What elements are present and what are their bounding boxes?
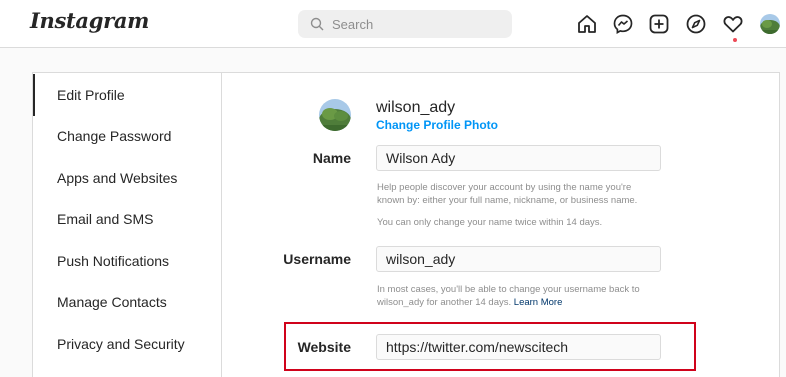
username-help-text: In most cases, you'll be able to change … [377, 283, 657, 309]
sidebar-item-push-notifications[interactable]: Push Notifications [33, 240, 222, 282]
username-label: Username [283, 251, 351, 267]
settings-sidebar: Edit Profile Change Password Apps and We… [33, 73, 222, 377]
website-highlight-box [284, 322, 696, 371]
instagram-logo[interactable]: Instagram [30, 8, 149, 33]
username-field[interactable]: wilson_ady [376, 246, 661, 272]
learn-more-link[interactable]: Learn More [514, 297, 563, 308]
sidebar-item-change-password[interactable]: Change Password [33, 115, 222, 157]
sidebar-item-manage-contacts[interactable]: Manage Contacts [33, 281, 222, 323]
explore-icon[interactable] [685, 13, 707, 35]
top-navigation-bar: Instagram Search [0, 0, 786, 48]
home-icon[interactable] [576, 13, 598, 35]
new-post-icon[interactable] [648, 13, 670, 35]
username-help-body: In most cases, you'll be able to change … [377, 284, 640, 308]
name-change-limit-text: You can only change your name twice with… [377, 217, 603, 228]
name-field[interactable]: Wilson Ady [376, 145, 661, 171]
profile-username: wilson_ady [376, 99, 456, 116]
profile-avatar-icon[interactable] [760, 14, 780, 34]
sidebar-item-email-and-sms[interactable]: Email and SMS [33, 198, 222, 240]
search-box[interactable]: Search [298, 10, 512, 38]
notification-dot [733, 38, 737, 42]
sidebar-item-edit-profile[interactable]: Edit Profile [33, 74, 222, 116]
activity-heart-icon[interactable] [722, 13, 744, 35]
name-label: Name [312, 150, 351, 166]
name-help-text: Help people discover your account by usi… [377, 182, 638, 206]
messenger-icon[interactable] [612, 13, 634, 35]
search-placeholder: Search [332, 17, 374, 32]
profile-photo[interactable] [319, 99, 351, 131]
change-profile-photo-link[interactable]: Change Profile Photo [376, 118, 498, 132]
sidebar-item-privacy-and-security[interactable]: Privacy and Security [33, 323, 222, 365]
search-icon [310, 17, 324, 36]
sidebar-item-apps-and-websites[interactable]: Apps and Websites [33, 157, 222, 199]
